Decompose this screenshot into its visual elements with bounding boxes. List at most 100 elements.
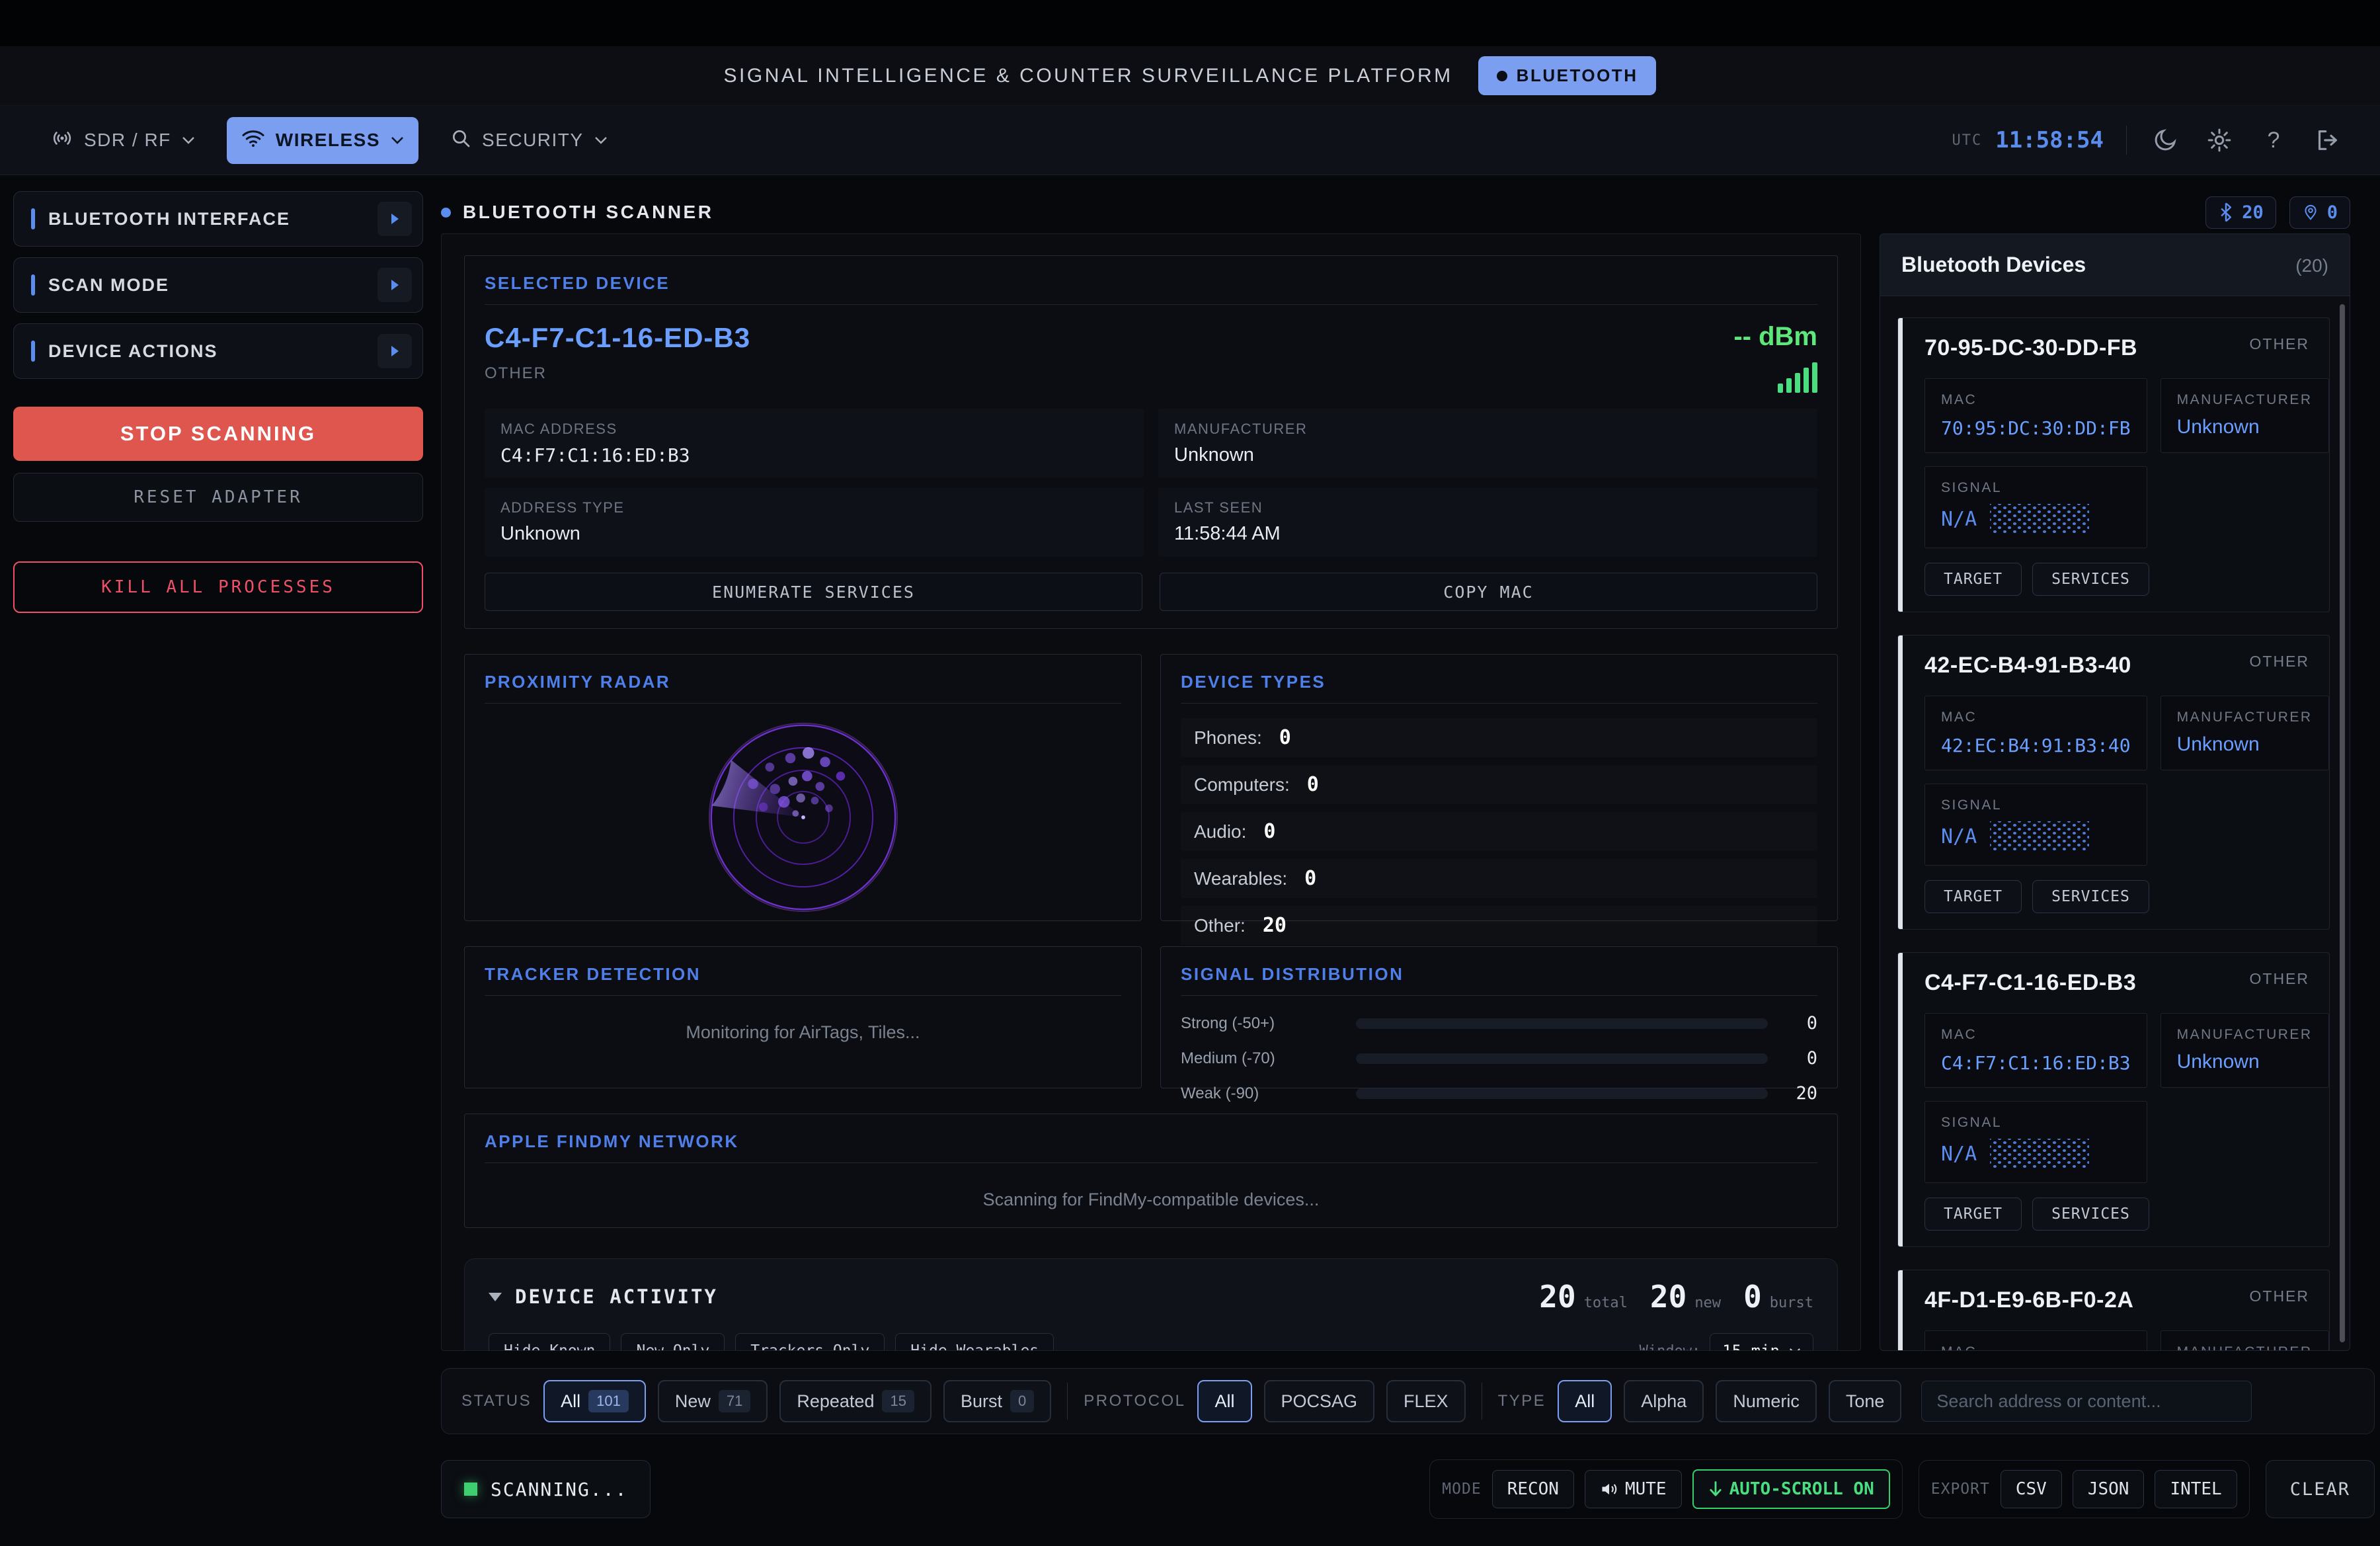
device-card[interactable]: C4-F7-C1-16-ED-B3 OTHER MAC C4:F7:C1:16:… xyxy=(1897,952,2330,1247)
findmy-status-message: Scanning for FindMy-compatible devices..… xyxy=(485,1163,1817,1236)
export-csv-button[interactable]: CSV xyxy=(2001,1470,2062,1508)
settings-gear-icon[interactable] xyxy=(2203,124,2235,156)
device-mac-box: MAC 4F:D1:E9:6B:F0:2A xyxy=(1924,1330,2147,1350)
device-mac: 42:EC:B4:91:B3:40 xyxy=(1941,735,2131,756)
type-tone-button[interactable]: Tone xyxy=(1829,1380,1902,1422)
device-manufacturer-box: MANUFACTURER Unknown xyxy=(2161,1013,2329,1088)
sidebar-section-scan-mode[interactable]: SCAN MODE xyxy=(13,257,423,313)
nav-sdr-rf[interactable]: SDR / RF xyxy=(36,116,210,165)
divider xyxy=(2126,126,2127,155)
device-category: OTHER xyxy=(2250,335,2310,353)
device-name: 42-EC-B4-91-B3-40 xyxy=(1924,653,2131,678)
activity-header[interactable]: DEVICE ACTIVITY 20total 20new 0burst xyxy=(489,1279,1813,1315)
filter-trackers-only[interactable]: Trackers Only xyxy=(735,1333,885,1351)
kill-all-processes-button[interactable]: KILL ALL PROCESSES xyxy=(13,561,423,613)
window-label: Window: xyxy=(1640,1343,1701,1352)
field-value: Unknown xyxy=(1174,444,1802,466)
type-numeric-button[interactable]: Numeric xyxy=(1716,1380,1817,1422)
section-accent-bar xyxy=(31,208,35,229)
geo-count-badge[interactable]: 0 xyxy=(2289,196,2350,229)
nav-security[interactable]: SECURITY xyxy=(436,117,622,164)
expand-button[interactable] xyxy=(377,268,412,302)
protocol-all-button[interactable]: All xyxy=(1197,1380,1251,1422)
status-all-button[interactable]: All 101 xyxy=(543,1380,646,1422)
protocol-pocsag-button[interactable]: POCSAG xyxy=(1264,1380,1375,1422)
field-label: MAC ADDRESS xyxy=(500,421,1128,438)
filter-new-only[interactable]: New Only xyxy=(621,1333,725,1351)
scanning-square-icon xyxy=(464,1483,477,1496)
target-button[interactable]: TARGET xyxy=(1924,563,2022,596)
theme-moon-icon[interactable] xyxy=(2149,124,2181,156)
mode-label: MODE xyxy=(1442,1481,1481,1498)
devices-count: (20) xyxy=(2295,255,2328,276)
device-manufacturer: Unknown xyxy=(2177,1051,2313,1073)
option-label: Repeated xyxy=(797,1391,874,1412)
panel-title: DEVICE TYPES xyxy=(1181,672,1817,692)
triangle-right-icon xyxy=(391,214,399,224)
export-json-button[interactable]: JSON xyxy=(2073,1470,2145,1508)
bar-track xyxy=(1356,1053,1768,1064)
radar-scope xyxy=(707,721,900,914)
search-input[interactable] xyxy=(1921,1381,2252,1422)
device-type-row: Audio:0 xyxy=(1181,812,1817,851)
field-label: MAC xyxy=(1941,710,2131,725)
sidebar-section-bluetooth-interface[interactable]: BLUETOOTH INTERFACE xyxy=(13,191,423,247)
services-button[interactable]: SERVICES xyxy=(2032,880,2149,913)
copy-mac-button[interactable]: COPY MAC xyxy=(1160,573,1817,611)
field-label: MANUFACTURER xyxy=(2177,710,2313,725)
field-label: MAC xyxy=(1941,1344,2131,1350)
status-repeated-button[interactable]: Repeated 15 xyxy=(779,1380,932,1422)
field-label: ADDRESS TYPE xyxy=(500,499,1128,516)
panel-title: SIGNAL DISTRIBUTION xyxy=(1181,964,1817,985)
services-button[interactable]: SERVICES xyxy=(2032,1198,2149,1231)
field-label: MANUFACTURER xyxy=(2177,1027,2313,1043)
target-button[interactable]: TARGET xyxy=(1924,1198,2022,1231)
logout-icon[interactable] xyxy=(2312,124,2344,156)
filter-hide-wearables[interactable]: Hide Wearables xyxy=(895,1333,1054,1351)
clear-button[interactable]: CLEAR xyxy=(2266,1460,2375,1518)
panel-title: PROXIMITY RADAR xyxy=(485,672,1121,692)
device-name: 4F-D1-E9-6B-F0-2A xyxy=(1924,1287,2133,1313)
expand-button[interactable] xyxy=(377,334,412,368)
services-button[interactable]: SERVICES xyxy=(2032,563,2149,596)
enumerate-services-button[interactable]: ENUMERATE SERVICES xyxy=(485,573,1142,611)
protocol-flex-button[interactable]: FLEX xyxy=(1386,1380,1466,1422)
stop-scanning-button[interactable]: STOP SCANNING xyxy=(13,407,423,461)
target-button[interactable]: TARGET xyxy=(1924,880,2022,913)
device-manufacturer: Unknown xyxy=(2177,416,2313,438)
export-intel-button[interactable]: INTEL xyxy=(2155,1470,2237,1508)
device-manufacturer-box: MANUFACTURER Unknown xyxy=(2161,378,2329,453)
filter-hide-known[interactable]: Hide Known xyxy=(489,1333,610,1351)
scrollbar[interactable] xyxy=(2340,304,2345,1342)
status-new-button[interactable]: New 71 xyxy=(658,1380,768,1422)
device-card[interactable]: 70-95-DC-30-DD-FB OTHER MAC 70:95:DC:30:… xyxy=(1897,317,2330,612)
sidebar-section-device-actions[interactable]: DEVICE ACTIONS xyxy=(13,323,423,379)
type-alpha-button[interactable]: Alpha xyxy=(1624,1380,1704,1422)
device-mac-box: MAC 70:95:DC:30:DD:FB xyxy=(1924,378,2147,453)
bluetooth-count-badge[interactable]: 20 xyxy=(2205,196,2276,229)
field-label: MAC xyxy=(1941,1027,2131,1043)
device-card[interactable]: 4F-D1-E9-6B-F0-2A OTHER MAC 4F:D1:E9:6B:… xyxy=(1897,1270,2330,1350)
window-select[interactable]: 15 min xyxy=(1710,1333,1813,1351)
signal-row-medium: Medium (-70) 0 xyxy=(1181,1048,1817,1069)
auto-scroll-button[interactable]: AUTO-SCROLL ON xyxy=(1692,1469,1890,1509)
nav-wireless[interactable]: WIRELESS xyxy=(227,117,418,164)
scanning-status-button[interactable]: SCANNING... xyxy=(441,1460,651,1518)
reset-adapter-button[interactable]: RESET ADAPTER xyxy=(13,473,423,522)
expand-button[interactable] xyxy=(377,202,412,236)
type-all-button[interactable]: All xyxy=(1558,1380,1612,1422)
section-label: SCAN MODE xyxy=(48,275,169,296)
field-label: MANUFACTURER xyxy=(2177,392,2313,408)
mode-recon-button[interactable]: RECON xyxy=(1492,1470,1574,1508)
search-icon xyxy=(450,128,471,153)
status-burst-button[interactable]: Burst 0 xyxy=(943,1380,1051,1422)
mute-button[interactable]: MUTE xyxy=(1585,1470,1682,1508)
help-icon[interactable]: ? xyxy=(2258,124,2289,156)
device-card[interactable]: 42-EC-B4-91-B3-40 OTHER MAC 42:EC:B4:91:… xyxy=(1897,635,2330,930)
type-label: Other: xyxy=(1194,915,1246,936)
device-type-row: Other:20 xyxy=(1181,906,1817,945)
mute-label: MUTE xyxy=(1625,1479,1667,1499)
device-category: OTHER xyxy=(2250,1287,2310,1305)
signal-value: N/A xyxy=(1941,508,1977,531)
type-label: Audio: xyxy=(1194,821,1246,842)
